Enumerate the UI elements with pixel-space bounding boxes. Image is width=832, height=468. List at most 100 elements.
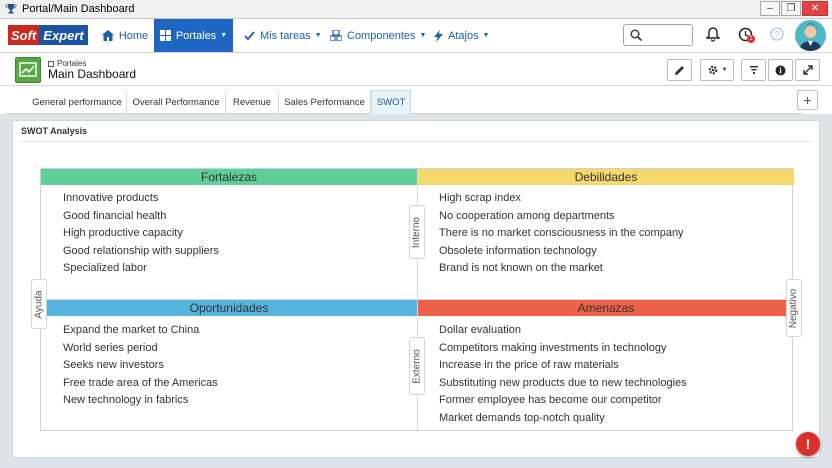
list-item: Dollar evaluation: [439, 324, 521, 336]
list-item: Good relationship with suppliers: [63, 244, 219, 257]
dashboard-app-icon: [15, 57, 41, 83]
swot-matrix: Fortalezas Debilidades Oportunidades Ame…: [31, 168, 802, 431]
info-button[interactable]: [768, 59, 793, 81]
tab-swot[interactable]: SWOT: [371, 90, 411, 114]
debilidades-list: High scrap index No cooperation among de…: [439, 190, 684, 278]
bell-icon[interactable]: [706, 27, 720, 42]
nav-home[interactable]: Home: [99, 19, 151, 52]
list-item: Former employee has become our competito…: [439, 394, 662, 407]
close-button[interactable]: ✕: [802, 1, 828, 16]
list-item: High productive capacity: [63, 227, 183, 240]
alert-button[interactable]: !: [796, 432, 820, 456]
axis-label-negativo: Negativo: [786, 279, 802, 337]
swot-panel: SWOT Analysis Fortalezas Debilidades Opo…: [12, 120, 820, 458]
logo-expert: Expert: [39, 25, 88, 45]
nav-componentes[interactable]: Componentes ▼: [330, 19, 426, 52]
exclamation-icon: !: [805, 436, 811, 452]
pencil-icon: [675, 65, 684, 75]
list-item: Increase in the price of raw materials: [439, 359, 619, 372]
axis-label-externo: Externo: [409, 337, 425, 395]
page-title: Main Dashboard: [48, 67, 137, 81]
list-item: Specialized labor: [63, 262, 147, 275]
avatar-image: [799, 23, 822, 51]
filter-icon: [749, 66, 758, 74]
help-icon[interactable]: ?: [770, 27, 784, 41]
axis-label-ayuda: Ayuda: [31, 279, 47, 329]
home-icon: [101, 30, 114, 41]
nav-mis-tareas-label: Mis tareas: [260, 29, 311, 42]
dashboard-icon: [159, 30, 171, 41]
list-item: Expand the market to China: [63, 324, 200, 336]
logo-soft: Soft: [8, 25, 40, 45]
tab-sales-performance[interactable]: Sales Performance: [279, 91, 371, 114]
list-item: Good financial health: [63, 209, 167, 222]
list-item: Substituting new products due to new tec…: [439, 376, 687, 389]
axis-label-ayuda-text: Ayuda: [33, 289, 45, 319]
chevron-down-icon: ▼: [419, 32, 427, 39]
chevron-down-icon: ▼: [721, 67, 728, 73]
amenazas-list: Dollar evaluation Competitors making inv…: [439, 322, 687, 428]
list-item: Market demands top-notch quality: [439, 411, 605, 424]
bolt-icon: [434, 29, 443, 42]
tab-overall-performance[interactable]: Overall Performance: [127, 91, 226, 114]
cubes-icon: [330, 30, 342, 41]
search-input[interactable]: [623, 24, 693, 46]
oportunidades-list: Expand the market to China World series …: [63, 322, 218, 410]
trophy-icon: [5, 4, 17, 14]
axis-label-interno-text: Interno: [411, 216, 423, 248]
page-header: Portales Main Dashboard ▼: [0, 53, 832, 86]
top-navigation: Soft Expert Home Portales ▼ Mis tareas ▼…: [0, 19, 832, 53]
debilidades-header: Debilidades: [418, 169, 794, 185]
axis-label-externo-text: Externo: [411, 348, 423, 384]
list-item: Competitors making investments in techno…: [439, 341, 667, 354]
tab-revenue[interactable]: Revenue: [226, 91, 279, 114]
expand-icon: [802, 65, 813, 75]
nav-componentes-label: Componentes: [347, 29, 416, 42]
list-item: Brand is not known on the market: [439, 262, 603, 275]
check-icon: [244, 30, 255, 40]
panel-divider: [21, 141, 811, 142]
axis-label-negativo-text: Negativo: [788, 288, 800, 328]
nav-portales[interactable]: Portales ▼: [154, 19, 233, 52]
info-icon: [775, 65, 786, 75]
edit-button[interactable]: [667, 59, 692, 81]
gear-icon: [708, 65, 717, 75]
list-item: Innovative products: [63, 192, 159, 204]
list-item: World series period: [63, 341, 158, 354]
tab-general-performance[interactable]: General performance: [28, 91, 127, 114]
notification-badge: 1: [747, 35, 755, 43]
list-item: Obsolete information technology: [439, 244, 597, 257]
list-item: Free trade area of the Americas: [63, 376, 218, 389]
fortalezas-header: Fortalezas: [41, 169, 417, 185]
restore-button[interactable]: ❐: [781, 1, 801, 16]
user-avatar[interactable]: [795, 20, 826, 51]
list-item: There is no market consciousness in the …: [439, 227, 684, 240]
filter-button[interactable]: [741, 59, 766, 81]
chevron-down-icon: ▼: [314, 32, 322, 39]
window-title: Portal/Main Dashboard: [22, 3, 135, 15]
axis-label-interno: Interno: [409, 205, 425, 259]
nav-atajos[interactable]: Atajos ▼: [434, 19, 490, 52]
nav-portales-label: Portales: [175, 29, 217, 42]
add-tab-button[interactable]: +: [797, 90, 818, 110]
nav-mis-tareas[interactable]: Mis tareas ▼: [244, 19, 322, 52]
list-item: New technology in fabrics: [63, 394, 189, 407]
chevron-down-icon: ▼: [482, 32, 490, 39]
chevron-down-icon: ▼: [220, 32, 228, 39]
settings-dropdown-button[interactable]: ▼: [700, 59, 734, 81]
list-item: Seeks new investors: [63, 359, 164, 372]
amenazas-header: Amenazas: [418, 300, 794, 316]
window-titlebar: Portal/Main Dashboard – ❐ ✕: [0, 0, 832, 19]
nav-home-label: Home: [118, 29, 149, 42]
fortalezas-list: Innovative products Good financial healt…: [63, 190, 219, 278]
nav-atajos-label: Atajos: [448, 29, 479, 42]
minimize-button[interactable]: –: [760, 1, 780, 16]
expand-button[interactable]: [795, 59, 820, 81]
panel-title: SWOT Analysis: [21, 126, 88, 136]
list-item: No cooperation among departments: [439, 209, 615, 222]
list-item: High scrap index: [439, 192, 521, 204]
svg-text:?: ?: [774, 30, 779, 40]
search-icon: [630, 29, 642, 41]
softexpert-logo[interactable]: Soft Expert: [8, 25, 88, 45]
oportunidades-header: Oportunidades: [41, 300, 417, 316]
